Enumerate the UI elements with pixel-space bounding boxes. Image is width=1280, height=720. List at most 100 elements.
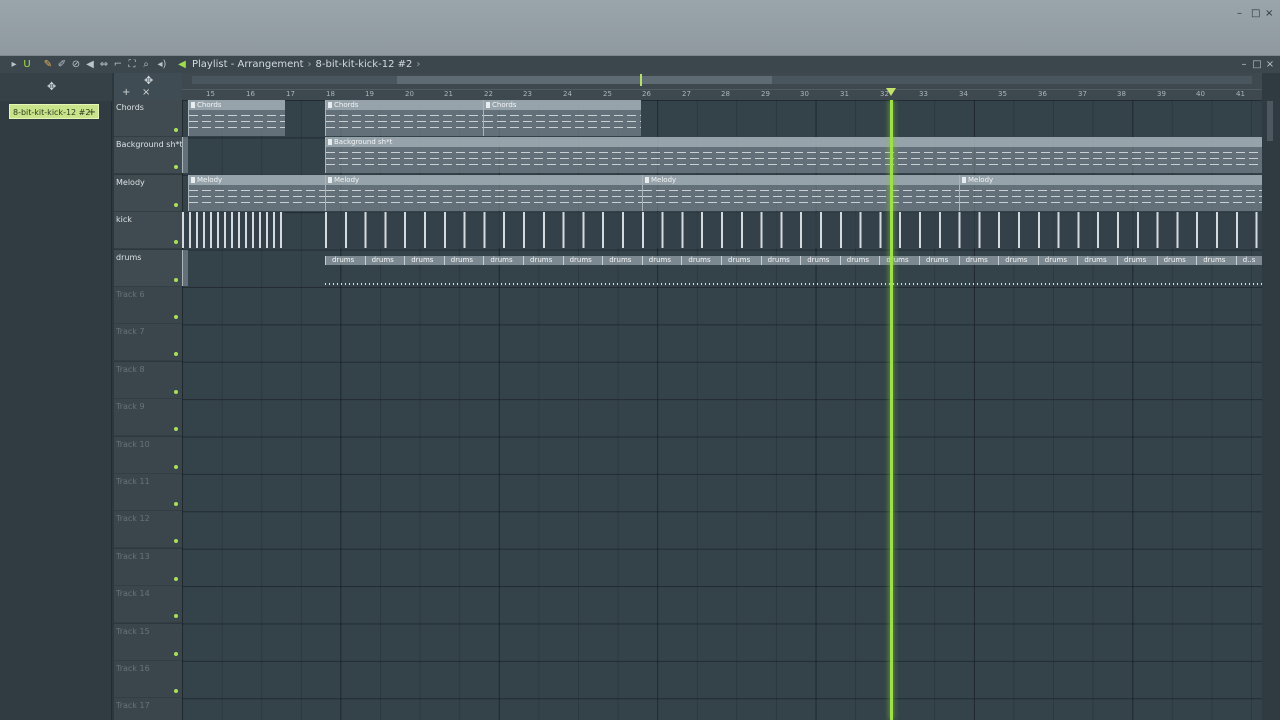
- pattern-clip[interactable]: Chords: [188, 100, 285, 136]
- drums-clip[interactable]: drums: [404, 256, 444, 265]
- breadcrumb-pattern[interactable]: 8-bit-kit-kick-12 #2: [316, 59, 413, 70]
- drums-clip[interactable]: drums: [641, 256, 682, 265]
- drums-clip[interactable]: drums: [800, 256, 840, 265]
- track-header-15[interactable]: Track 15: [114, 623, 182, 661]
- drums-clip[interactable]: drums: [1037, 256, 1078, 265]
- track-header-11[interactable]: Track 11: [114, 474, 182, 511]
- drums-clip[interactable]: drums: [523, 256, 563, 265]
- nav-back-icon[interactable]: ◀: [176, 56, 188, 73]
- drums-clip[interactable]: drums: [1196, 256, 1236, 265]
- move-icon[interactable]: ✥: [144, 74, 153, 87]
- track-header-2[interactable]: Background sh*t: [114, 137, 183, 175]
- track-led-icon[interactable]: [174, 689, 178, 693]
- breadcrumb-playlist[interactable]: Playlist - Arrangement: [192, 59, 304, 70]
- track-led-icon[interactable]: [174, 539, 178, 544]
- drums-clip[interactable]: drums: [998, 256, 1038, 265]
- timeline-ruler[interactable]: 15 16 17 18 19 20 21 22 23 24 25 26 27 2…: [182, 73, 1262, 100]
- minimize-button[interactable]: –: [1237, 8, 1242, 19]
- slice-tool-icon[interactable]: ⌐: [112, 56, 124, 73]
- track-header-6[interactable]: Track 6: [114, 287, 182, 324]
- zoom-tool-icon[interactable]: ⌕: [140, 56, 152, 73]
- track-led-icon[interactable]: [174, 651, 178, 656]
- track-led-icon[interactable]: [174, 277, 178, 282]
- breadcrumb[interactable]: Playlist - Arrangement › 8-bit-kit-kick-12…: [192, 56, 424, 73]
- close-button[interactable]: ×: [1265, 8, 1273, 19]
- horizontal-scroll-thumb[interactable]: [397, 76, 772, 84]
- pattern-clip-edge[interactable]: [182, 137, 188, 174]
- track-led-icon[interactable]: [174, 352, 178, 357]
- playlist-titlebar[interactable]: ▸ U ✎ ✐ ⊘ ◀ ⇔ ⌐ ⛶ ⌕ ◂) ◀ Playlist - Arra…: [0, 56, 1280, 73]
- vertical-scrollbar[interactable]: [1262, 73, 1280, 720]
- track-header-13[interactable]: Track 13: [114, 548, 182, 586]
- drums-clip[interactable]: drums: [760, 256, 801, 265]
- drums-clip[interactable]: drums: [1117, 256, 1157, 265]
- playback-tool-icon[interactable]: ◂): [156, 56, 168, 73]
- pattern-clip[interactable]: Chords: [483, 100, 641, 136]
- track-led-icon[interactable]: [174, 427, 178, 432]
- drums-clip[interactable]: drums: [1156, 256, 1197, 265]
- track-led-icon[interactable]: [174, 315, 178, 319]
- track-header-7[interactable]: Track 7: [114, 324, 182, 362]
- playlist-grid[interactable]: Chords Chords Chords Background sh*t Mel…: [182, 100, 1262, 720]
- pattern-clip[interactable]: Melody: [325, 174, 642, 211]
- playlist-close-button[interactable]: ×: [1264, 56, 1276, 73]
- magnet-icon[interactable]: U: [21, 56, 33, 73]
- playhead-line[interactable]: [890, 100, 893, 720]
- track-led-icon[interactable]: [174, 165, 178, 170]
- track-led-icon[interactable]: [174, 502, 178, 506]
- drums-clip[interactable]: d..s: [1235, 256, 1262, 265]
- playlist-maximize-button[interactable]: □: [1251, 56, 1263, 73]
- kick-clip[interactable]: [325, 212, 1262, 249]
- track-header-12[interactable]: Track 12: [114, 511, 182, 549]
- vertical-scroll-thumb[interactable]: [1267, 101, 1273, 141]
- track-header-14[interactable]: Track 14: [114, 586, 182, 624]
- drums-clip[interactable]: drums: [364, 256, 405, 265]
- select-tool-icon[interactable]: ⛶: [126, 56, 138, 73]
- track-led-icon[interactable]: [174, 576, 178, 581]
- track-led-icon[interactable]: [174, 128, 178, 132]
- drums-clip[interactable]: drums: [721, 256, 761, 265]
- drums-clip[interactable]: drums: [602, 256, 642, 265]
- drums-clip[interactable]: drums: [483, 256, 523, 265]
- slip-tool-icon[interactable]: ⇔: [98, 56, 110, 73]
- drums-clip[interactable]: drums: [681, 256, 721, 265]
- mute-tool-icon[interactable]: ◀: [84, 56, 96, 73]
- drums-clip[interactable]: drums: [879, 256, 919, 265]
- pattern-clip[interactable]: Melody: [642, 174, 959, 211]
- options-arrow-icon[interactable]: ▸: [8, 56, 20, 73]
- track-header-10[interactable]: Track 10: [114, 436, 182, 474]
- drums-clip[interactable]: drums: [325, 256, 365, 265]
- drums-clip[interactable]: drums: [919, 256, 959, 265]
- track-header-5[interactable]: drums: [114, 249, 182, 287]
- pattern-clip[interactable]: Chords: [325, 100, 483, 136]
- pattern-clip[interactable]: Melody: [959, 174, 1262, 211]
- kick-clip[interactable]: [182, 212, 285, 249]
- track-header-16[interactable]: Track 16: [114, 661, 182, 698]
- track-led-icon[interactable]: [174, 389, 178, 394]
- drums-clip[interactable]: drums: [443, 256, 484, 265]
- track-header-1[interactable]: Chords: [114, 100, 182, 137]
- move-icon[interactable]: ✥: [47, 80, 56, 93]
- draw-tool-icon[interactable]: ✎: [42, 56, 54, 73]
- horizontal-scroll-overview[interactable]: [192, 74, 1252, 86]
- track-led-icon[interactable]: [174, 240, 178, 245]
- pattern-clip[interactable]: Melody: [188, 174, 325, 211]
- playlist-minimize-button[interactable]: –: [1238, 56, 1250, 73]
- track-led-icon[interactable]: [174, 614, 178, 619]
- maximize-button[interactable]: □: [1251, 8, 1260, 19]
- pattern-clip[interactable]: Background sh*t: [325, 137, 1262, 174]
- paint-tool-icon[interactable]: ✐: [56, 56, 68, 73]
- remove-track-button[interactable]: ×: [142, 87, 150, 98]
- track-header-8[interactable]: Track 8: [114, 361, 182, 399]
- track-header-3[interactable]: Melody: [114, 174, 182, 212]
- track-header-9[interactable]: Track 9: [114, 399, 182, 437]
- drums-clip[interactable]: drums: [839, 256, 880, 265]
- delete-tool-icon[interactable]: ⊘: [70, 56, 82, 73]
- track-led-icon[interactable]: [174, 464, 178, 469]
- track-led-icon[interactable]: [174, 202, 178, 207]
- track-header-4[interactable]: kick: [114, 212, 182, 250]
- pattern-clip-edge[interactable]: [182, 249, 188, 286]
- drums-clip[interactable]: drums: [958, 256, 999, 265]
- playhead-marker-icon[interactable]: [886, 88, 896, 96]
- drums-clip[interactable]: drums: [562, 256, 603, 265]
